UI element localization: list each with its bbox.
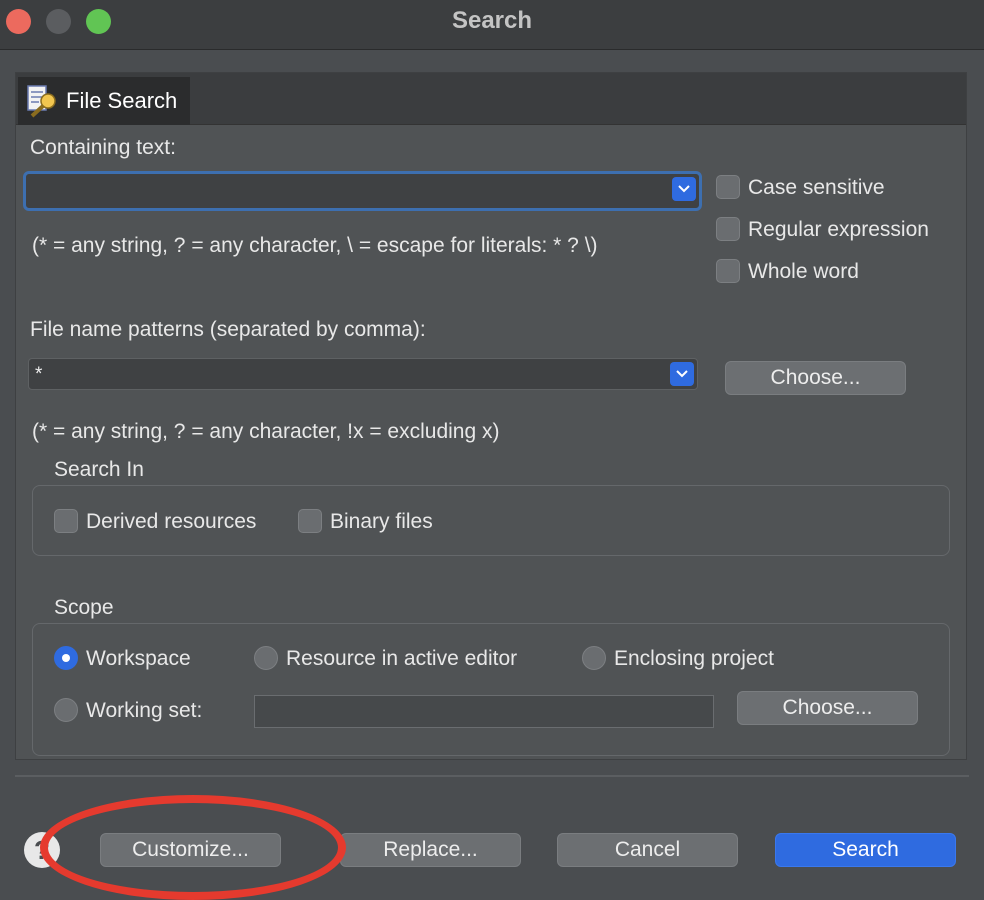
working-set-radio[interactable]	[54, 698, 78, 722]
containing-text-label: Containing text:	[30, 136, 176, 159]
tab-label: File Search	[66, 88, 178, 113]
window-title: Search	[451, 7, 533, 34]
file-patterns-input[interactable]: *	[28, 358, 698, 390]
enclosing-project-radio[interactable]	[582, 646, 606, 670]
help-button[interactable]: ?	[24, 832, 60, 868]
binary-files-checkbox[interactable]	[298, 509, 322, 533]
chevron-down-icon	[676, 370, 688, 378]
file-patterns-dropdown-button[interactable]	[670, 362, 694, 386]
whole-word-checkbox[interactable]	[716, 259, 740, 283]
customize-button[interactable]: Customize...	[100, 833, 281, 867]
tab-strip: File Search	[16, 73, 966, 125]
case-sensitive-label: Case sensitive	[748, 176, 885, 199]
file-patterns-label: File name patterns (separated by comma):	[30, 318, 426, 341]
file-patterns-hint: (* = any string, ? = any character, !x =…	[32, 420, 500, 443]
regular-expression-checkbox[interactable]	[716, 217, 740, 241]
search-button[interactable]: Search	[775, 833, 956, 867]
scope-title: Scope	[54, 596, 114, 619]
enclosing-project-label: Enclosing project	[614, 647, 774, 670]
cancel-button[interactable]: Cancel	[557, 833, 738, 867]
working-set-field[interactable]	[254, 695, 714, 728]
containing-text-input[interactable]	[23, 171, 702, 211]
active-editor-radio[interactable]	[254, 646, 278, 670]
search-in-title: Search In	[54, 458, 144, 481]
case-sensitive-checkbox[interactable]	[716, 175, 740, 199]
title-bar: Search	[0, 0, 984, 50]
derived-resources-label: Derived resources	[86, 510, 257, 533]
working-set-choose-button[interactable]: Choose...	[737, 691, 918, 725]
tab-file-search[interactable]: File Search	[18, 77, 190, 125]
workspace-radio[interactable]	[54, 646, 78, 670]
containing-text-hint: (* = any string, ? = any character, \ = …	[32, 234, 598, 257]
file-patterns-value: *	[35, 364, 43, 385]
working-set-label: Working set:	[86, 699, 203, 722]
containing-text-dropdown-button[interactable]	[672, 177, 696, 201]
active-editor-label: Resource in active editor	[286, 647, 518, 670]
scope-group	[32, 623, 950, 756]
file-patterns-choose-button[interactable]: Choose...	[725, 361, 906, 395]
whole-word-label: Whole word	[748, 260, 859, 283]
replace-button[interactable]: Replace...	[340, 833, 521, 867]
footer-separator	[15, 775, 969, 777]
chevron-down-icon	[678, 185, 690, 193]
binary-files-label: Binary files	[330, 510, 433, 533]
workspace-label: Workspace	[86, 647, 191, 670]
derived-resources-checkbox[interactable]	[54, 509, 78, 533]
file-search-icon	[22, 81, 62, 121]
regular-expression-label: Regular expression	[748, 218, 929, 241]
